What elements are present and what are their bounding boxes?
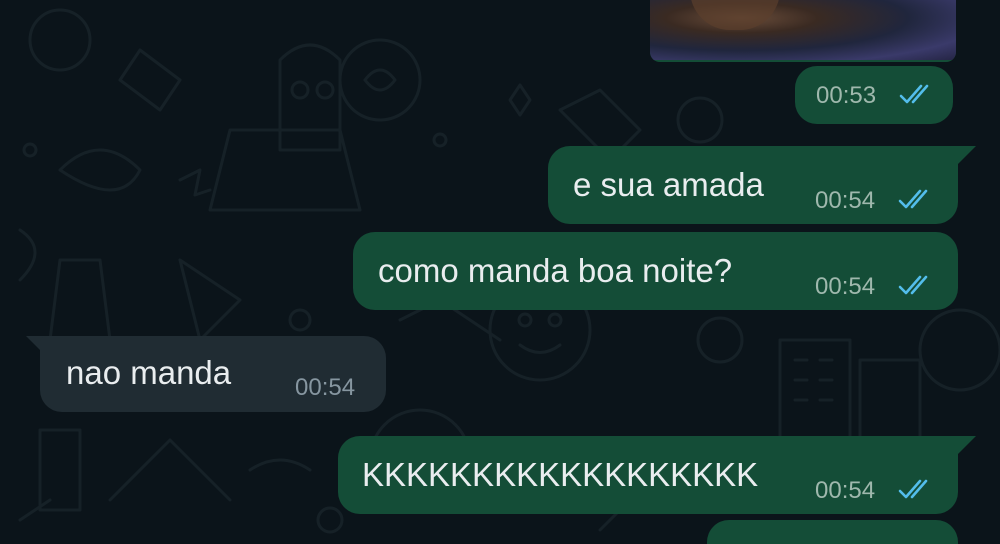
outgoing-image-message[interactable] [650,0,956,62]
chat-area[interactable]: 00:53 e sua amada 00:54 como manda boa n… [0,0,1000,544]
bubble-tail [950,436,976,454]
outgoing-message-partial[interactable] [707,520,958,544]
read-double-check-icon [898,189,928,209]
outgoing-message[interactable]: e sua amada 00:54 [548,146,958,224]
message-time: 00:54 [295,374,356,401]
message-text: KKKKKKKKKKKKKKKKKK [362,456,759,493]
bubble-tail [950,146,976,164]
message-time: 00:54 [815,273,876,300]
message-time: 00:54 [815,187,876,214]
outgoing-message[interactable]: como manda boa noite? 00:54 [353,232,958,310]
image-timestamp-chip: 00:53 [795,66,953,124]
message-time: 00:53 [816,82,877,109]
read-double-check-icon [898,275,928,295]
message-text: e sua amada [573,166,764,203]
incoming-message[interactable]: nao manda 00:54 [40,336,386,412]
message-time: 00:54 [815,477,876,504]
message-text: nao manda [66,354,232,391]
outgoing-message[interactable]: KKKKKKKKKKKKKKKKKK 00:54 [338,436,958,514]
read-double-check-icon [899,84,929,104]
shared-photo[interactable] [650,0,956,60]
read-double-check-icon [898,479,928,499]
message-text: como manda boa noite? [378,252,733,289]
